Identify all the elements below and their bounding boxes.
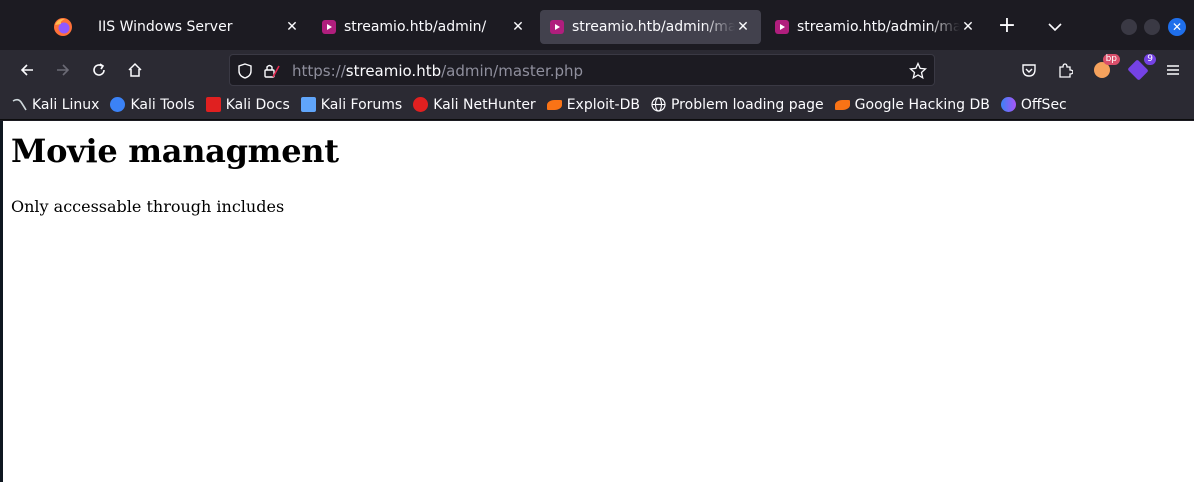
tab-master-active[interactable]: streamio.htb/admin/master.php ✕ — [540, 10, 761, 44]
navigation-toolbar: https://streamio.htb/admin/master.php bp… — [0, 50, 1194, 90]
page-content: Movie managment Only accessable through … — [3, 121, 1194, 482]
reload-icon — [93, 63, 105, 76]
burp-extension-button[interactable]: bp — [1090, 54, 1120, 82]
globe-icon — [651, 97, 666, 112]
puzzle-icon — [1059, 63, 1073, 78]
bookmark-label: Kali Forums — [320, 96, 403, 113]
kali-linux-icon — [12, 97, 27, 112]
url-host: streamio.htb — [345, 62, 442, 80]
tab-master[interactable]: streamio.htb/admin/master.php ✕ — [765, 10, 986, 44]
url-path: /admin/master.php — [441, 62, 584, 80]
tab-strip: IIS Windows Server ✕ streamio.htb/admin/… — [0, 0, 1194, 50]
bookmark-label: Kali Docs — [225, 96, 290, 113]
pocket-icon — [1022, 64, 1036, 77]
bookmark-exploit-db[interactable]: Exploit-DB — [546, 96, 640, 113]
back-button[interactable] — [15, 58, 39, 82]
tab-iis[interactable]: IIS Windows Server ✕ — [86, 10, 310, 44]
home-button[interactable] — [123, 58, 147, 82]
arrow-left-icon — [20, 64, 33, 76]
page-text: Only accessable through includes — [11, 197, 285, 216]
close-icon[interactable]: ✕ — [284, 19, 300, 35]
pocket-button[interactable] — [1017, 58, 1041, 82]
offsec-icon — [1000, 97, 1016, 112]
minimize-button[interactable] — [1121, 19, 1137, 35]
bookmark-kali-nethunter[interactable]: Kali NetHunter — [413, 96, 536, 113]
hamburger-menu-icon — [1167, 65, 1179, 75]
bookmark-kali-forums[interactable]: Kali Forums — [300, 96, 403, 113]
arrow-right-icon — [57, 64, 70, 76]
bookmark-problem-loading[interactable]: Problem loading page — [651, 97, 824, 113]
exploit-db-icon — [546, 99, 562, 110]
streamio-favicon-icon — [550, 20, 564, 34]
bookmark-offsec[interactable]: OffSec — [1000, 96, 1067, 113]
bookmark-label: Google Hacking DB — [854, 96, 990, 113]
home-icon — [128, 62, 142, 77]
kali-docs-icon — [205, 97, 221, 112]
menu-button[interactable] — [1161, 58, 1185, 82]
bookmark-kali-docs[interactable]: Kali Docs — [205, 96, 290, 113]
close-icon[interactable]: ✕ — [735, 19, 751, 35]
kali-nethunter-icon — [413, 97, 429, 112]
url-text[interactable]: https://streamio.htb/admin/master.php — [292, 62, 583, 80]
bookmark-label: Problem loading page — [670, 96, 824, 113]
bookmark-google-hacking-db[interactable]: Google Hacking DB — [834, 96, 990, 113]
extension-count-badge: 9 — [1144, 54, 1156, 65]
url-bar[interactable]: https://streamio.htb/admin/master.php — [229, 54, 935, 86]
tab-title: streamio.htb/admin/ — [344, 19, 487, 35]
kali-forums-icon — [300, 97, 316, 112]
star-icon[interactable] — [909, 62, 927, 80]
bookmark-label: Exploit-DB — [566, 96, 640, 113]
close-icon[interactable]: ✕ — [510, 19, 526, 35]
chevron-down-icon — [1048, 23, 1062, 32]
bookmark-kali-tools[interactable]: Kali Tools — [110, 96, 195, 113]
tab-title: IIS Windows Server — [98, 19, 233, 35]
shield-icon[interactable] — [236, 62, 254, 80]
extensions-button[interactable] — [1053, 58, 1077, 82]
bookmark-label: OffSec — [1020, 96, 1067, 113]
bookmark-label: Kali Tools — [130, 96, 195, 113]
close-icon[interactable]: ✕ — [960, 19, 976, 35]
forward-button[interactable] — [51, 58, 75, 82]
tab-title: streamio.htb/admin/master.php — [572, 19, 735, 35]
window-close-button[interactable]: ✕ — [1168, 18, 1186, 36]
tab-admin[interactable]: streamio.htb/admin/ ✕ — [312, 10, 536, 44]
bookmarks-toolbar: Kali Linux Kali Tools Kali Docs Kali For… — [0, 90, 1194, 120]
bookmark-label: Kali NetHunter — [433, 96, 536, 113]
ghdb-icon — [834, 99, 850, 110]
url-scheme: https:// — [292, 62, 346, 80]
lock-warning-icon[interactable] — [262, 62, 280, 80]
bookmark-label: Kali Linux — [32, 96, 100, 113]
tab-title: streamio.htb/admin/master.php — [797, 19, 960, 35]
list-all-tabs-button[interactable] — [1044, 16, 1066, 38]
streamio-favicon-icon — [322, 20, 336, 34]
burp-badge: bp — [1102, 54, 1120, 65]
maximize-button[interactable] — [1144, 19, 1160, 35]
page-heading: Movie managment — [11, 132, 339, 170]
kali-tools-icon — [110, 97, 126, 112]
foxyproxy-extension-button[interactable]: 9 — [1126, 54, 1156, 82]
streamio-favicon-icon — [775, 20, 789, 34]
firefox-icon[interactable] — [50, 14, 76, 40]
bookmark-kali-linux[interactable]: Kali Linux — [12, 97, 99, 113]
new-tab-button[interactable]: + — [996, 15, 1018, 38]
reload-button[interactable] — [87, 58, 111, 82]
